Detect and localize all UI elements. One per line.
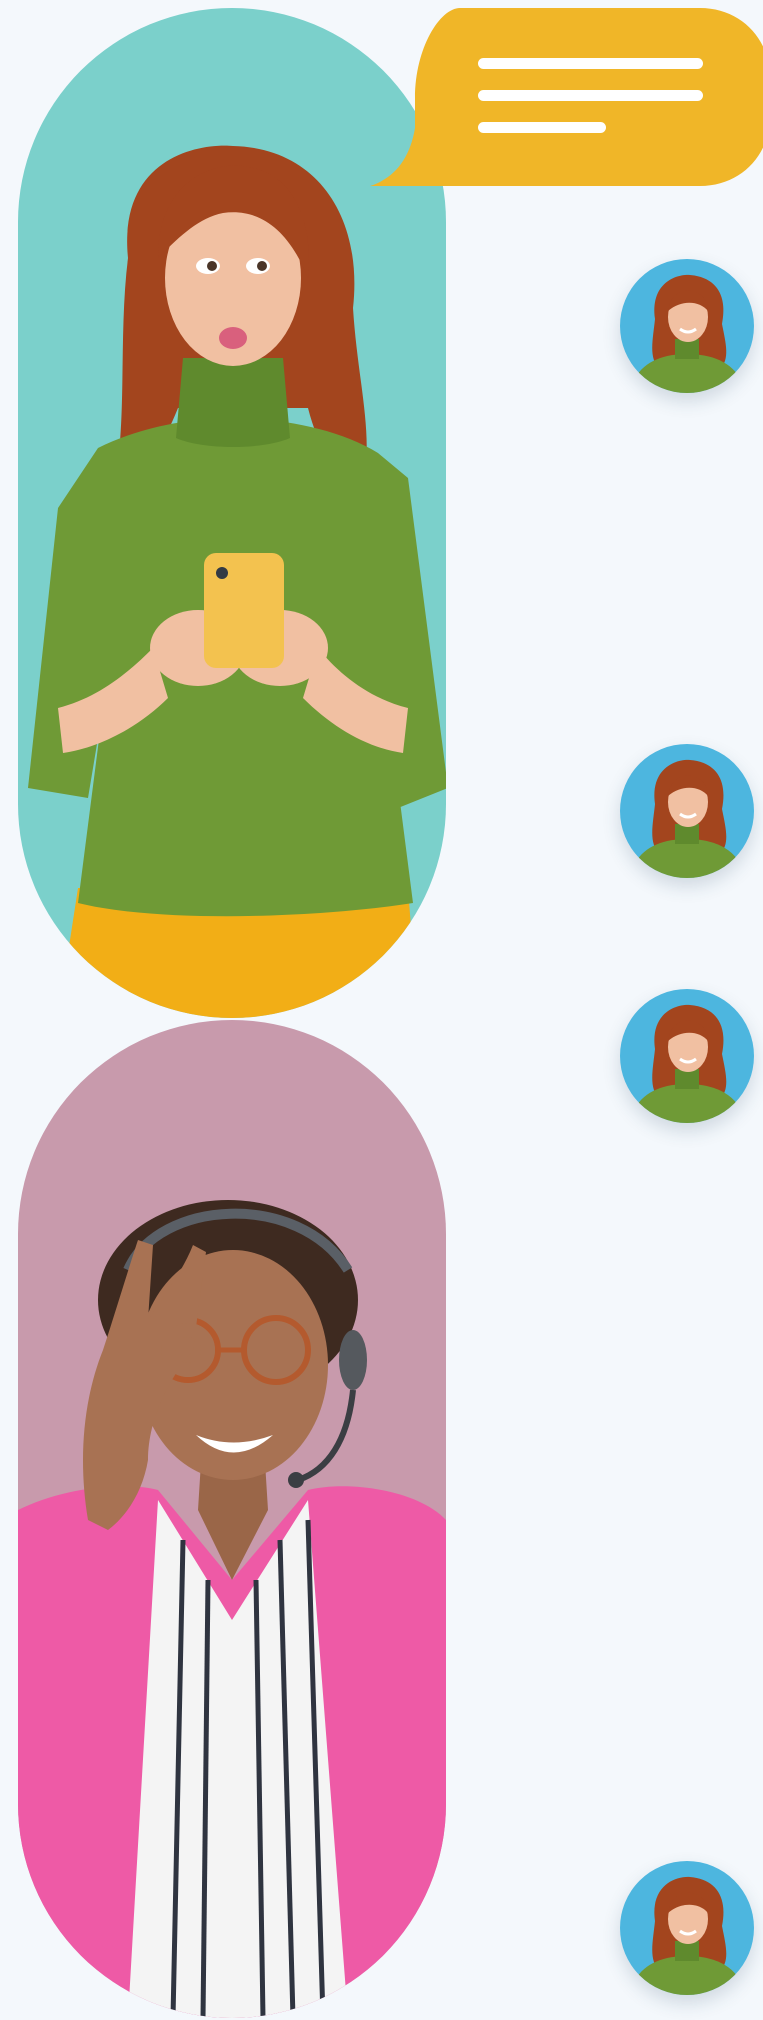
agent-avatar xyxy=(620,259,754,393)
chat-line-3 xyxy=(478,122,606,133)
chat-line-2 xyxy=(478,90,703,101)
agent-avatar-icon xyxy=(620,989,754,1123)
chat-line-1 xyxy=(478,58,703,69)
chat-bubble-icon xyxy=(370,8,763,186)
page xyxy=(0,0,763,2020)
agent-avatar xyxy=(620,744,754,878)
woman-headset-ok-gesture-photo xyxy=(18,1020,446,2018)
chat-bubble-graphic xyxy=(370,8,763,186)
agent-avatar xyxy=(620,989,754,1123)
agent-avatar-icon xyxy=(620,744,754,878)
agent-avatar-icon xyxy=(620,1861,754,1995)
agent-avatar xyxy=(620,1861,754,1995)
agent-avatar-icon xyxy=(620,259,754,393)
woman-headset-illustration xyxy=(18,1020,446,2018)
